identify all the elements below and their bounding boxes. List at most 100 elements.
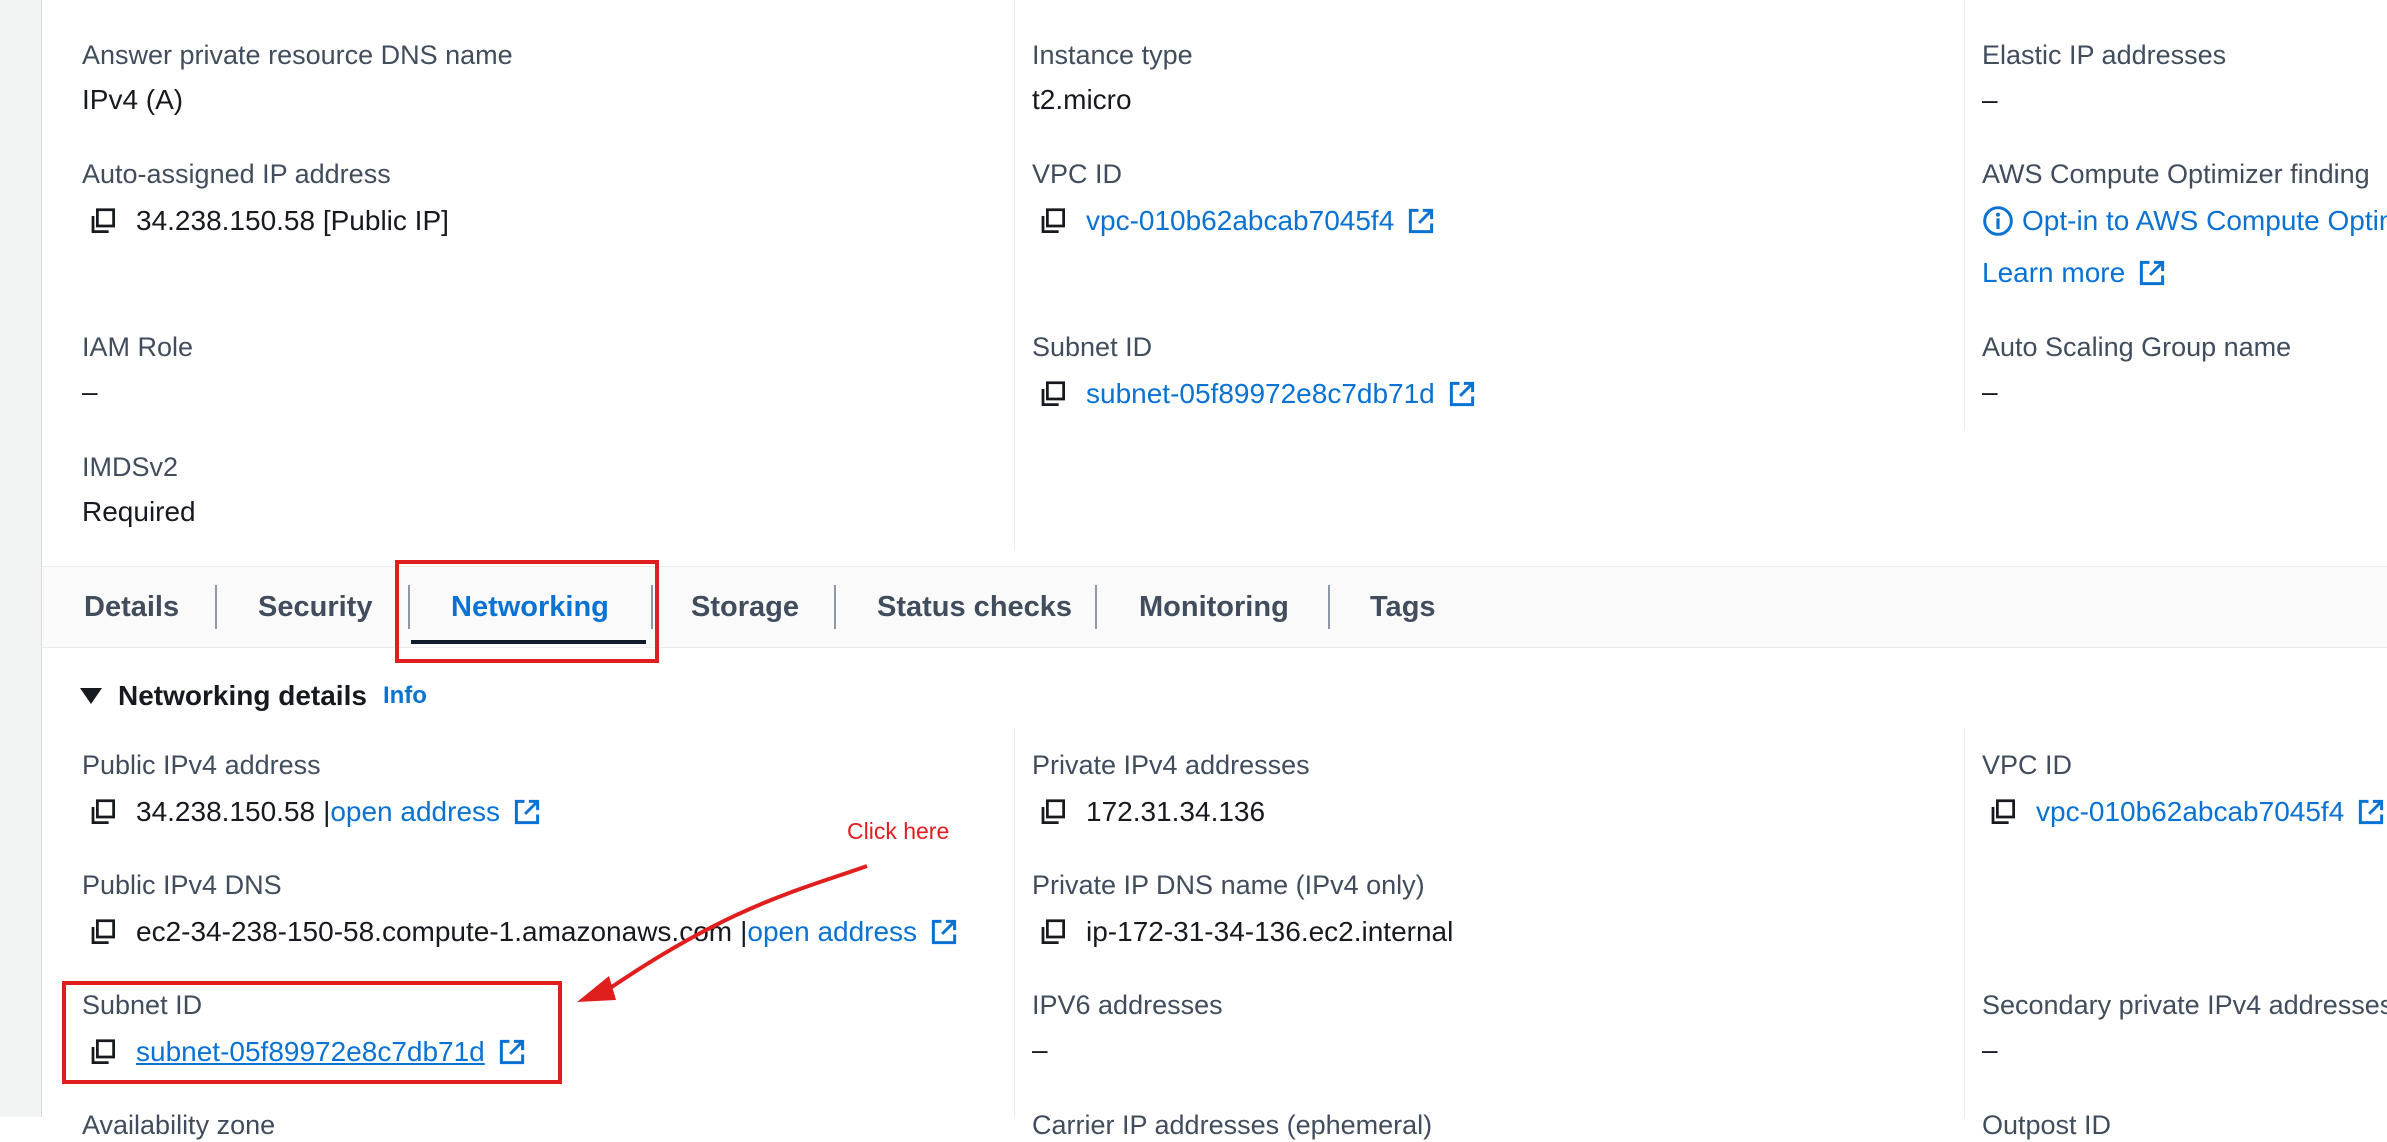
private-ipv4-addresses-field: Private IPv4 addresses 172.31.34.136 xyxy=(1032,748,1310,832)
annotation-box-networking-tab xyxy=(395,560,659,663)
copy-icon[interactable] xyxy=(1036,377,1070,411)
field-label: VPC ID xyxy=(1982,750,2073,780)
networking-details-header[interactable]: Networking details Info xyxy=(80,680,427,712)
tab-separator xyxy=(215,585,217,629)
availability-zone-field: Availability zone xyxy=(82,1108,275,1142)
outpost-id-field: Outpost ID xyxy=(1982,1108,2111,1142)
copy-icon[interactable] xyxy=(1986,795,2020,829)
vpc-id-field: VPC ID vpc-010b62abcab7045f4 xyxy=(1032,157,1438,241)
tab-status-checks[interactable]: Status checks xyxy=(877,567,1072,647)
field-label: IMDSv2 xyxy=(82,452,179,482)
elastic-ip-field: Elastic IP addresses – xyxy=(1982,38,2226,120)
copy-icon[interactable] xyxy=(1036,204,1070,238)
tab-storage[interactable]: Storage xyxy=(691,567,799,647)
field-value: – xyxy=(1982,372,2291,412)
copy-icon[interactable] xyxy=(86,915,120,949)
field-value-text: – xyxy=(82,376,98,407)
tab-monitoring[interactable]: Monitoring xyxy=(1139,567,1289,647)
field-value: ec2-34-238-150-58.compute-1.amazonaws.co… xyxy=(82,912,961,952)
field-label: Instance type xyxy=(1032,40,1193,70)
field-value: vpc-010b62abcab7045f4 xyxy=(1032,201,1438,241)
annotation-box-subnet-id xyxy=(62,981,562,1084)
caret-down-icon[interactable] xyxy=(80,688,102,704)
field-value-text: Required xyxy=(82,496,196,527)
vpc-id-link[interactable]: vpc-010b62abcab7045f4 xyxy=(1086,201,1394,241)
answer-private-dns-field: Answer private resource DNS name IPv4 (A… xyxy=(82,38,513,120)
tab-bar: Details Security Networking Storage Stat… xyxy=(42,566,2387,648)
field-label: Auto Scaling Group name xyxy=(1982,332,2292,362)
column-divider xyxy=(1964,728,1965,1117)
auto-scaling-group-field: Auto Scaling Group name – xyxy=(1982,330,2291,412)
opt-in-compute-optimizer-link[interactable]: Opt-in to AWS Compute Optimizer xyxy=(2022,201,2387,241)
field-label: IAM Role xyxy=(82,332,194,362)
private-ip-dns-field: Private IP DNS name (IPv4 only) ip-172-3… xyxy=(1032,868,1453,952)
field-value-text: t2.micro xyxy=(1032,84,1132,115)
section-title-text: Networking details xyxy=(118,680,367,711)
field-value: vpc-010b62abcab7045f4 xyxy=(1982,792,2387,832)
open-address-link[interactable]: open address xyxy=(330,792,500,832)
info-icon xyxy=(1982,205,2014,237)
net-vpc-id-link[interactable]: vpc-010b62abcab7045f4 xyxy=(2036,792,2344,832)
field-value: 172.31.34.136 xyxy=(1032,792,1310,832)
annotation-text: Click here xyxy=(847,818,950,844)
field-label: Private IP DNS name (IPv4 only) xyxy=(1032,870,1425,900)
compute-optimizer-field: AWS Compute Optimizer finding Opt-in to … xyxy=(1982,157,2387,293)
field-value-text: 34.238.150.58 [Public IP] xyxy=(136,205,449,236)
public-ipv4-address-field: Public IPv4 address 34.238.150.58 | open… xyxy=(82,748,544,832)
copy-icon[interactable] xyxy=(86,795,120,829)
imdsv2-field: IMDSv2 Required xyxy=(82,450,196,532)
external-link-icon[interactable] xyxy=(510,795,544,829)
tab-tags[interactable]: Tags xyxy=(1370,567,1436,647)
field-label: Subnet ID xyxy=(1032,332,1153,362)
secondary-private-ipv4-field: Secondary private IPv4 addresses – xyxy=(1982,988,2387,1070)
separator-text: | xyxy=(740,916,748,947)
field-label: AWS Compute Optimizer finding xyxy=(1982,159,2370,189)
field-value: – xyxy=(82,372,193,412)
external-link-icon[interactable] xyxy=(2354,795,2387,829)
field-value: Opt-in to AWS Compute Optimizer xyxy=(1982,201,2387,241)
field-label: Secondary private IPv4 addresses xyxy=(1982,990,2387,1020)
external-link-icon[interactable] xyxy=(1445,377,1479,411)
column-divider xyxy=(1964,0,1965,430)
external-link-icon[interactable] xyxy=(2135,256,2169,290)
field-value-text: ip-172-31-34-136.ec2.internal xyxy=(1086,916,1454,947)
field-label: Private IPv4 addresses xyxy=(1032,750,1310,780)
field-value-text: 34.238.150.58 xyxy=(136,796,316,827)
external-link-icon[interactable] xyxy=(927,915,961,949)
field-value: ip-172-31-34-136.ec2.internal xyxy=(1032,912,1453,952)
field-value: 34.238.150.58 [Public IP] xyxy=(82,201,449,241)
field-value: – xyxy=(1032,1030,1223,1070)
field-label: Public IPv4 DNS xyxy=(82,870,282,900)
net-vpc-id-field: VPC ID vpc-010b62abcab7045f4 xyxy=(1982,748,2387,832)
tab-security[interactable]: Security xyxy=(258,567,372,647)
learn-more-link[interactable]: Learn more xyxy=(1982,253,2125,293)
field-value-text: IPv4 (A) xyxy=(82,84,184,115)
field-value-text: – xyxy=(1982,84,1998,115)
separator-text: | xyxy=(323,796,331,827)
copy-icon[interactable] xyxy=(1036,915,1070,949)
open-address-link[interactable]: open address xyxy=(747,912,917,952)
field-value: IPv4 (A) xyxy=(82,80,513,120)
public-ipv4-dns-field: Public IPv4 DNS ec2-34-238-150-58.comput… xyxy=(82,868,961,952)
subnet-id-field: Subnet ID subnet-05f89972e8c7db71d xyxy=(1032,330,1479,414)
carrier-ip-field: Carrier IP addresses (ephemeral) xyxy=(1032,1108,1432,1142)
info-link[interactable]: Info xyxy=(383,682,427,710)
external-link-icon[interactable] xyxy=(1404,204,1438,238)
field-value-text: – xyxy=(1982,376,1998,407)
field-label: Elastic IP addresses xyxy=(1982,40,2227,70)
field-label: Carrier IP addresses (ephemeral) xyxy=(1032,1110,1433,1140)
field-value: – xyxy=(1982,1030,2387,1070)
field-value: subnet-05f89972e8c7db71d xyxy=(1032,374,1479,414)
field-label: Auto-assigned IP address xyxy=(82,159,391,189)
copy-icon[interactable] xyxy=(1036,795,1070,829)
tab-details[interactable]: Details xyxy=(84,567,179,647)
field-value: – xyxy=(1982,80,2226,120)
column-divider xyxy=(1014,728,1015,1117)
tab-separator xyxy=(1328,585,1330,629)
instance-type-field: Instance type t2.micro xyxy=(1032,38,1193,120)
field-label: Availability zone xyxy=(82,1110,276,1140)
field-label: Answer private resource DNS name xyxy=(82,40,513,70)
subnet-id-link[interactable]: subnet-05f89972e8c7db71d xyxy=(1086,374,1435,414)
field-value: Required xyxy=(82,492,196,532)
copy-icon[interactable] xyxy=(86,204,120,238)
